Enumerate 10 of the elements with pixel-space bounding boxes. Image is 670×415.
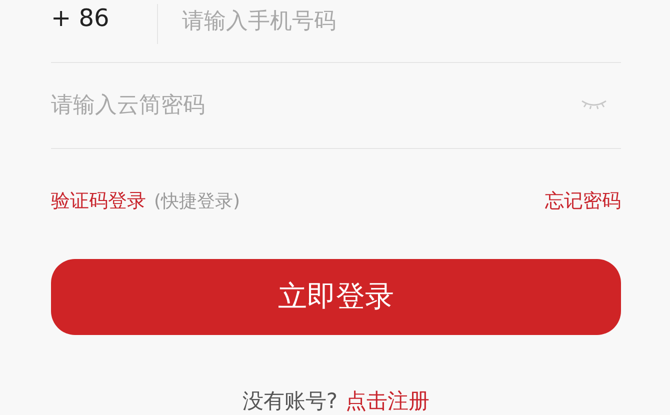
no-account-text: 没有账号? [242, 388, 338, 415]
forgot-password-link[interactable]: 忘记密码 [545, 188, 621, 214]
password-input-field[interactable]: 请输入云简密码 [51, 88, 581, 122]
quick-login-note: (快捷登录) [154, 190, 240, 214]
login-button[interactable]: 立即登录 [51, 258, 621, 335]
eye-closed-icon[interactable] [581, 99, 607, 112]
phone-input-field[interactable]: 请输入手机号码 [182, 4, 621, 38]
country-code[interactable]: + 86 [51, 4, 157, 32]
sms-code-login-link[interactable]: 验证码登录 [51, 188, 146, 214]
register-link[interactable]: 点击注册 [346, 386, 430, 415]
